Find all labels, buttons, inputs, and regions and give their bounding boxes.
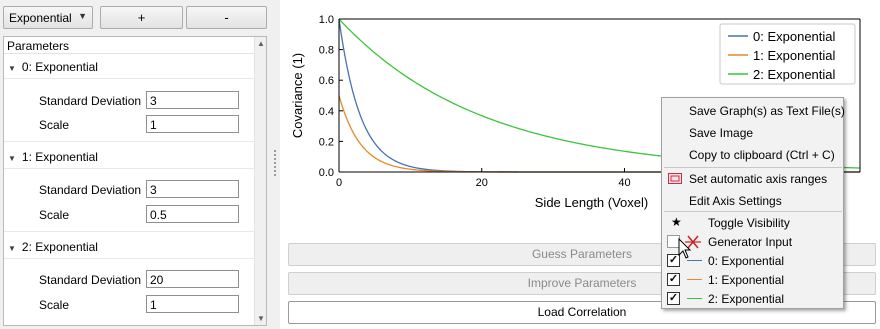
menu-edit-axis[interactable]: Edit Axis Settings: [662, 191, 843, 211]
std-dev-input-1[interactable]: [146, 180, 239, 198]
std-dev-label-1: Standard Deviation: [39, 183, 142, 197]
menu-save-image[interactable]: Save Image: [662, 123, 843, 143]
divider: [4, 231, 254, 232]
collapse-triangle-icon[interactable]: ▼: [8, 154, 16, 163]
group-2-title[interactable]: ▼ 2: Exponential: [8, 240, 98, 254]
divider: [4, 141, 254, 142]
menu-separator: [664, 211, 842, 212]
divider: [4, 78, 254, 79]
legend: 0: Exponential 1: Exponential 2: Exponenti…: [719, 23, 856, 85]
model-type-combo[interactable]: Exponential ▼: [3, 6, 93, 29]
axis-range-icon: [668, 173, 682, 184]
series-line-icon: [687, 260, 702, 261]
legend-label: 2: Exponential: [753, 67, 836, 82]
y-tick-label: 1.0: [319, 14, 334, 26]
add-model-button[interactable]: +: [100, 6, 183, 29]
series-line-icon: [687, 298, 702, 299]
x-tick-label: 20: [476, 177, 488, 189]
collapse-triangle-icon[interactable]: ▼: [8, 244, 16, 253]
menu-copy-clipboard[interactable]: Copy to clipboard (Ctrl + C): [662, 145, 843, 165]
scroll-down-icon[interactable]: ▼: [257, 314, 265, 323]
std-dev-label-2: Standard Deviation: [39, 273, 142, 287]
y-tick-label: 0.8: [319, 45, 334, 57]
parameters-panel: Exponential ▼ + - Parameters ▼ 0: Exponen…: [0, 0, 270, 329]
scroll-up-icon[interactable]: ▲: [257, 39, 265, 48]
dropdown-arrow-icon: ▼: [78, 11, 87, 21]
group-0-title[interactable]: ▼ 0: Exponential: [8, 60, 98, 74]
menu-series-1[interactable]: ✓ 1: Exponential: [662, 270, 843, 290]
scale-input-1[interactable]: [146, 205, 239, 223]
series-line-icon: [687, 279, 702, 280]
checkbox-checked[interactable]: ✓: [667, 273, 680, 286]
collapse-triangle-icon[interactable]: ▼: [8, 64, 16, 73]
menu-separator: [664, 167, 842, 168]
legend-label: 1: Exponential: [753, 48, 836, 63]
scale-input-2[interactable]: [146, 295, 239, 313]
y-tick-label: 0.2: [319, 136, 334, 148]
group-1-title[interactable]: ▼ 1: Exponential: [8, 150, 98, 164]
std-dev-label-0: Standard Deviation: [39, 94, 142, 108]
star-icon: ★: [671, 215, 682, 229]
menu-toggle-visibility[interactable]: ★ Toggle Visibility: [662, 213, 843, 233]
std-dev-input-2[interactable]: [146, 270, 239, 288]
parameters-header: Parameters: [4, 37, 266, 54]
y-axis-label: Covariance (1): [290, 53, 305, 138]
mouse-cursor-icon: [678, 238, 692, 259]
x-tick-label: 40: [618, 177, 630, 189]
splitter-handle[interactable]: [274, 150, 277, 180]
scale-label-1: Scale: [39, 208, 70, 222]
parameters-tree: Parameters ▼ 0: Exponential Standard Devi…: [3, 36, 267, 326]
remove-model-button[interactable]: -: [186, 6, 267, 29]
menu-series-2[interactable]: ✓ 2: Exponential: [662, 289, 843, 309]
y-tick-label: 0.6: [319, 75, 334, 87]
menu-auto-axis[interactable]: Set automatic axis ranges: [662, 169, 843, 189]
std-dev-input-0[interactable]: [146, 91, 239, 109]
checkbox-checked[interactable]: ✓: [667, 292, 680, 305]
chart-context-menu: Save Graph(s) as Text File(s) Save Image…: [661, 97, 845, 309]
vertical-scrollbar[interactable]: ▲ ▼: [254, 37, 266, 325]
model-toolbar: Exponential ▼ + -: [3, 6, 267, 30]
y-tick-label: 0.4: [319, 106, 334, 118]
divider: [4, 168, 254, 169]
menu-save-text[interactable]: Save Graph(s) as Text File(s): [662, 101, 845, 121]
scale-label-2: Scale: [39, 298, 70, 312]
legend-label: 0: Exponential: [753, 29, 836, 44]
x-axis-label: Side Length (Voxel): [535, 195, 648, 210]
divider: [4, 258, 254, 259]
y-tick-label: 0.0: [319, 167, 334, 179]
model-type-value: Exponential: [9, 11, 72, 25]
x-tick-label: 0: [336, 177, 342, 189]
scale-label-0: Scale: [39, 118, 70, 132]
scale-input-0[interactable]: [146, 115, 239, 133]
